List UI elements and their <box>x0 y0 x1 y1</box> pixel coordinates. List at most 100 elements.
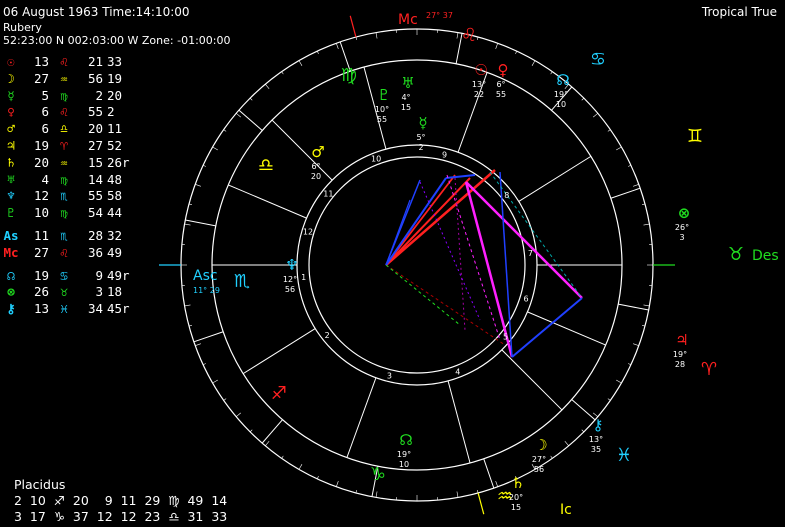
house-cusp-line <box>346 377 377 458</box>
house-cusp-line <box>447 380 471 464</box>
degree-tick <box>550 455 553 459</box>
wheel-planet-icon: ♀ <box>498 61 509 79</box>
house-number: 8 <box>504 191 509 200</box>
sign-boundary <box>261 419 283 444</box>
wheel-planet-degree: 6° <box>496 80 505 89</box>
wheel-planet-minute: 56 <box>285 285 295 294</box>
wheel-planet-degree: 10° <box>375 105 389 114</box>
degree-tick <box>236 412 242 417</box>
angle-degree-label: 11° 29 <box>193 286 220 295</box>
wheel-planet-icon: ♇ <box>377 86 390 104</box>
zodiac-sign-icon: ♈ <box>701 359 717 380</box>
degree-tick <box>643 304 650 307</box>
degree-tick <box>633 343 639 346</box>
house-number: 4 <box>455 367 460 376</box>
wheel-planet-icon: ☽ <box>534 436 547 454</box>
wheel-planet-minute: 10 <box>399 460 409 469</box>
sign-boundary <box>610 187 641 199</box>
wheel-planet-icon: ⊗ <box>678 204 691 222</box>
wheel-planet-degree: 13° <box>472 80 486 89</box>
zodiac-sign-icon: ♎ <box>258 155 274 176</box>
wheel-planet-icon: ♂ <box>311 143 324 161</box>
aspect-line <box>511 297 583 358</box>
house-cusp-line <box>518 155 592 202</box>
degree-tick <box>607 129 611 132</box>
degree-tick <box>265 440 270 446</box>
wheel-planet-minute: 15 <box>511 503 521 512</box>
degree-tick <box>184 304 191 307</box>
degree-tick <box>336 43 339 49</box>
wheel-planet-minute: 55 <box>377 115 387 124</box>
zodiac-sign-icon: ♐ <box>271 383 287 404</box>
degree-tick <box>298 464 303 470</box>
degree-tick <box>581 429 585 433</box>
degree-tick <box>495 43 498 49</box>
angle-label-des: Des <box>752 248 779 264</box>
degree-tick <box>607 398 611 401</box>
house-cusp-line <box>228 184 307 219</box>
angle-axis-line <box>477 492 485 515</box>
degree-tick <box>456 491 459 498</box>
zodiac-sign-icon: ♍ <box>341 65 357 86</box>
degree-tick <box>564 440 569 446</box>
house-number: 12 <box>303 228 313 237</box>
wheel-planet-icon: ♆ <box>285 256 298 274</box>
house-cusp-line <box>527 311 606 346</box>
sign-boundary <box>483 458 495 489</box>
wheel-planet-minute: 55 <box>496 90 506 99</box>
degree-tick <box>202 164 206 167</box>
wheel-planet-degree: 19° <box>554 90 568 99</box>
wheel-planet-minute: 28 <box>675 360 685 369</box>
house-cusp-line <box>501 349 563 411</box>
wheel-planet-icon: ♃ <box>675 331 688 349</box>
wheel-planet-icon: ☉ <box>474 61 487 79</box>
degree-tick <box>592 113 598 118</box>
wheel-planet-minute: 22 <box>474 90 484 99</box>
degree-tick <box>223 398 227 401</box>
degree-tick <box>581 97 585 101</box>
wheel-planet-icon: ⚷ <box>593 416 604 434</box>
wheel-planet-icon: ☊ <box>399 431 412 449</box>
angle-label-asc: Asc <box>193 268 218 284</box>
wheel-planet-minute: 20 <box>311 172 321 181</box>
wheel-planet-degree: 6° <box>311 162 320 171</box>
house-number: 2 <box>325 331 330 340</box>
degree-tick <box>550 71 553 75</box>
degree-tick <box>531 60 536 66</box>
house-number: 7 <box>528 249 533 258</box>
degree-tick <box>316 50 319 54</box>
wheel-planet-minute: 15 <box>401 103 411 112</box>
wheel-planet-degree: 19° <box>673 350 687 359</box>
degree-tick <box>628 363 632 366</box>
wheel-planet-degree: 5° <box>416 133 425 142</box>
wheel-planet-degree: 27° <box>532 455 546 464</box>
degree-tick <box>298 60 303 66</box>
angle-degree-label: 27° 37 <box>426 11 453 20</box>
sign-boundary <box>193 331 224 343</box>
house-number: 11 <box>323 189 333 198</box>
degree-tick <box>456 32 459 39</box>
wheel-planet-degree: 20° <box>509 493 523 502</box>
zodiac-sign-icon: ♑ <box>370 464 386 485</box>
aspect-line <box>464 181 514 358</box>
house-number: 1 <box>301 273 306 282</box>
degree-tick <box>195 184 201 187</box>
degree-tick <box>212 146 218 151</box>
angle-label-mc: Mc <box>398 12 418 28</box>
sign-boundary <box>238 109 263 131</box>
wheel-planet-degree: 19° <box>397 450 411 459</box>
degree-tick <box>265 84 270 90</box>
wheel-planet-minute: 56 <box>534 465 544 474</box>
aspect-line <box>385 264 506 346</box>
degree-tick <box>515 50 518 54</box>
degree-tick <box>643 223 650 226</box>
degree-tick <box>281 455 284 459</box>
wheel-planet-degree: 12° <box>283 275 297 284</box>
degree-tick <box>375 32 378 39</box>
degree-tick <box>184 223 191 226</box>
wheel-planet-minute: 3 <box>679 233 684 242</box>
aspect-line <box>445 174 476 179</box>
house-number: 3 <box>387 372 392 381</box>
wheel-planet-degree: 4° <box>401 93 410 102</box>
house-number: 9 <box>442 150 447 159</box>
